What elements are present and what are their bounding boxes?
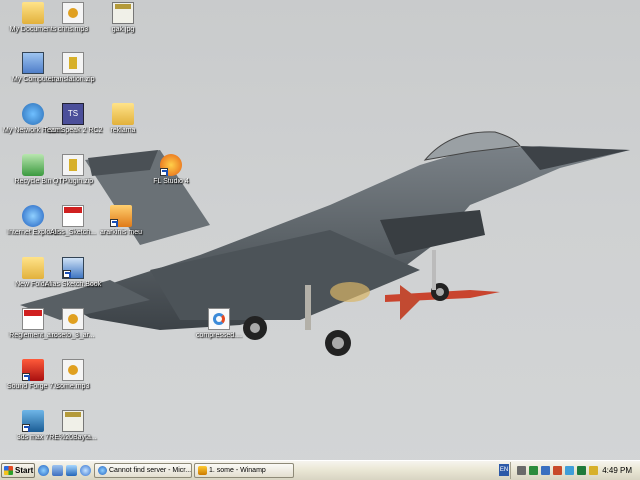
task-button-browser[interactable]: Cannot find server - Micr... <box>94 463 192 478</box>
desktop-icon-roseto-mp3[interactable]: roseto_3_ar... <box>40 308 106 352</box>
taskbar: Start Cannot find server - Micr... 1. so… <box>0 460 640 480</box>
desktop-icon-compressed[interactable]: compressed.... <box>186 308 252 352</box>
media-quicklaunch-icon[interactable] <box>66 465 77 476</box>
flstudio-icon <box>160 154 182 176</box>
windows-logo-icon <box>4 466 13 475</box>
ie2-quicklaunch-icon[interactable] <box>80 465 91 476</box>
language-indicator[interactable]: EN <box>499 464 509 476</box>
antivirus-tray-icon[interactable] <box>553 466 562 475</box>
jpg-file-icon <box>62 410 84 432</box>
desktop-icon-translation-zip[interactable]: translation.zip <box>40 52 106 96</box>
desktop-icon-qtplugin-zip[interactable]: QTPlugin.zip <box>40 154 106 198</box>
jpg-file-icon <box>112 2 134 24</box>
desktop-icon-re-bayta-jpg[interactable]: RE%20Bayta... <box>40 410 106 454</box>
app-shortcut-icon <box>110 205 132 227</box>
desktop-icon-alias-sketchbook[interactable]: Alias Sketch.Book <box>40 257 106 301</box>
desktop-icon-gak-jpg[interactable]: gak.jpg <box>90 2 156 46</box>
desktop-icon-fl-studio[interactable]: FL Studio 4 <box>138 154 204 198</box>
winamp-task-icon <box>198 466 207 475</box>
zip-file-icon <box>62 154 84 176</box>
bluetooth-tray-icon[interactable] <box>541 466 550 475</box>
desktop-quicklaunch-icon[interactable] <box>52 465 63 476</box>
mp3-file-icon <box>62 2 84 24</box>
messenger-tray-icon[interactable] <box>565 466 574 475</box>
desktop: My Documents chris.mp3 gak.jpg My Comput… <box>0 0 640 460</box>
network-tray-icon[interactable] <box>529 466 538 475</box>
mp3-file-icon <box>62 359 84 381</box>
desktop-icon-reklama[interactable]: reklama <box>90 103 156 147</box>
task-button-winamp[interactable]: 1. some - Winamp <box>194 463 294 478</box>
folder-icon <box>112 103 134 125</box>
start-label: Start <box>15 466 34 475</box>
start-button[interactable]: Start <box>1 463 35 478</box>
pdf-file-icon <box>62 205 84 227</box>
system-tray: EN 4:49 PM <box>499 462 640 479</box>
desktop-icon-some-mp3[interactable]: some.mp3 <box>40 359 106 403</box>
winamp-tray-icon[interactable] <box>589 466 598 475</box>
volume-tray-icon[interactable] <box>577 466 586 475</box>
clock[interactable]: 4:49 PM <box>602 466 632 475</box>
zip-file-icon <box>62 52 84 74</box>
compressed-file-icon <box>208 308 230 330</box>
desktop-icon-ararkinis-meu[interactable]: ararkinis meu <box>88 205 154 249</box>
ie-task-icon <box>98 466 107 475</box>
ie-quicklaunch-icon[interactable] <box>38 465 49 476</box>
teamspeak-icon: TS <box>62 103 84 125</box>
mp3-file-icon <box>62 308 84 330</box>
sketchbook-icon <box>62 257 84 279</box>
chevron-icon[interactable] <box>517 466 526 475</box>
